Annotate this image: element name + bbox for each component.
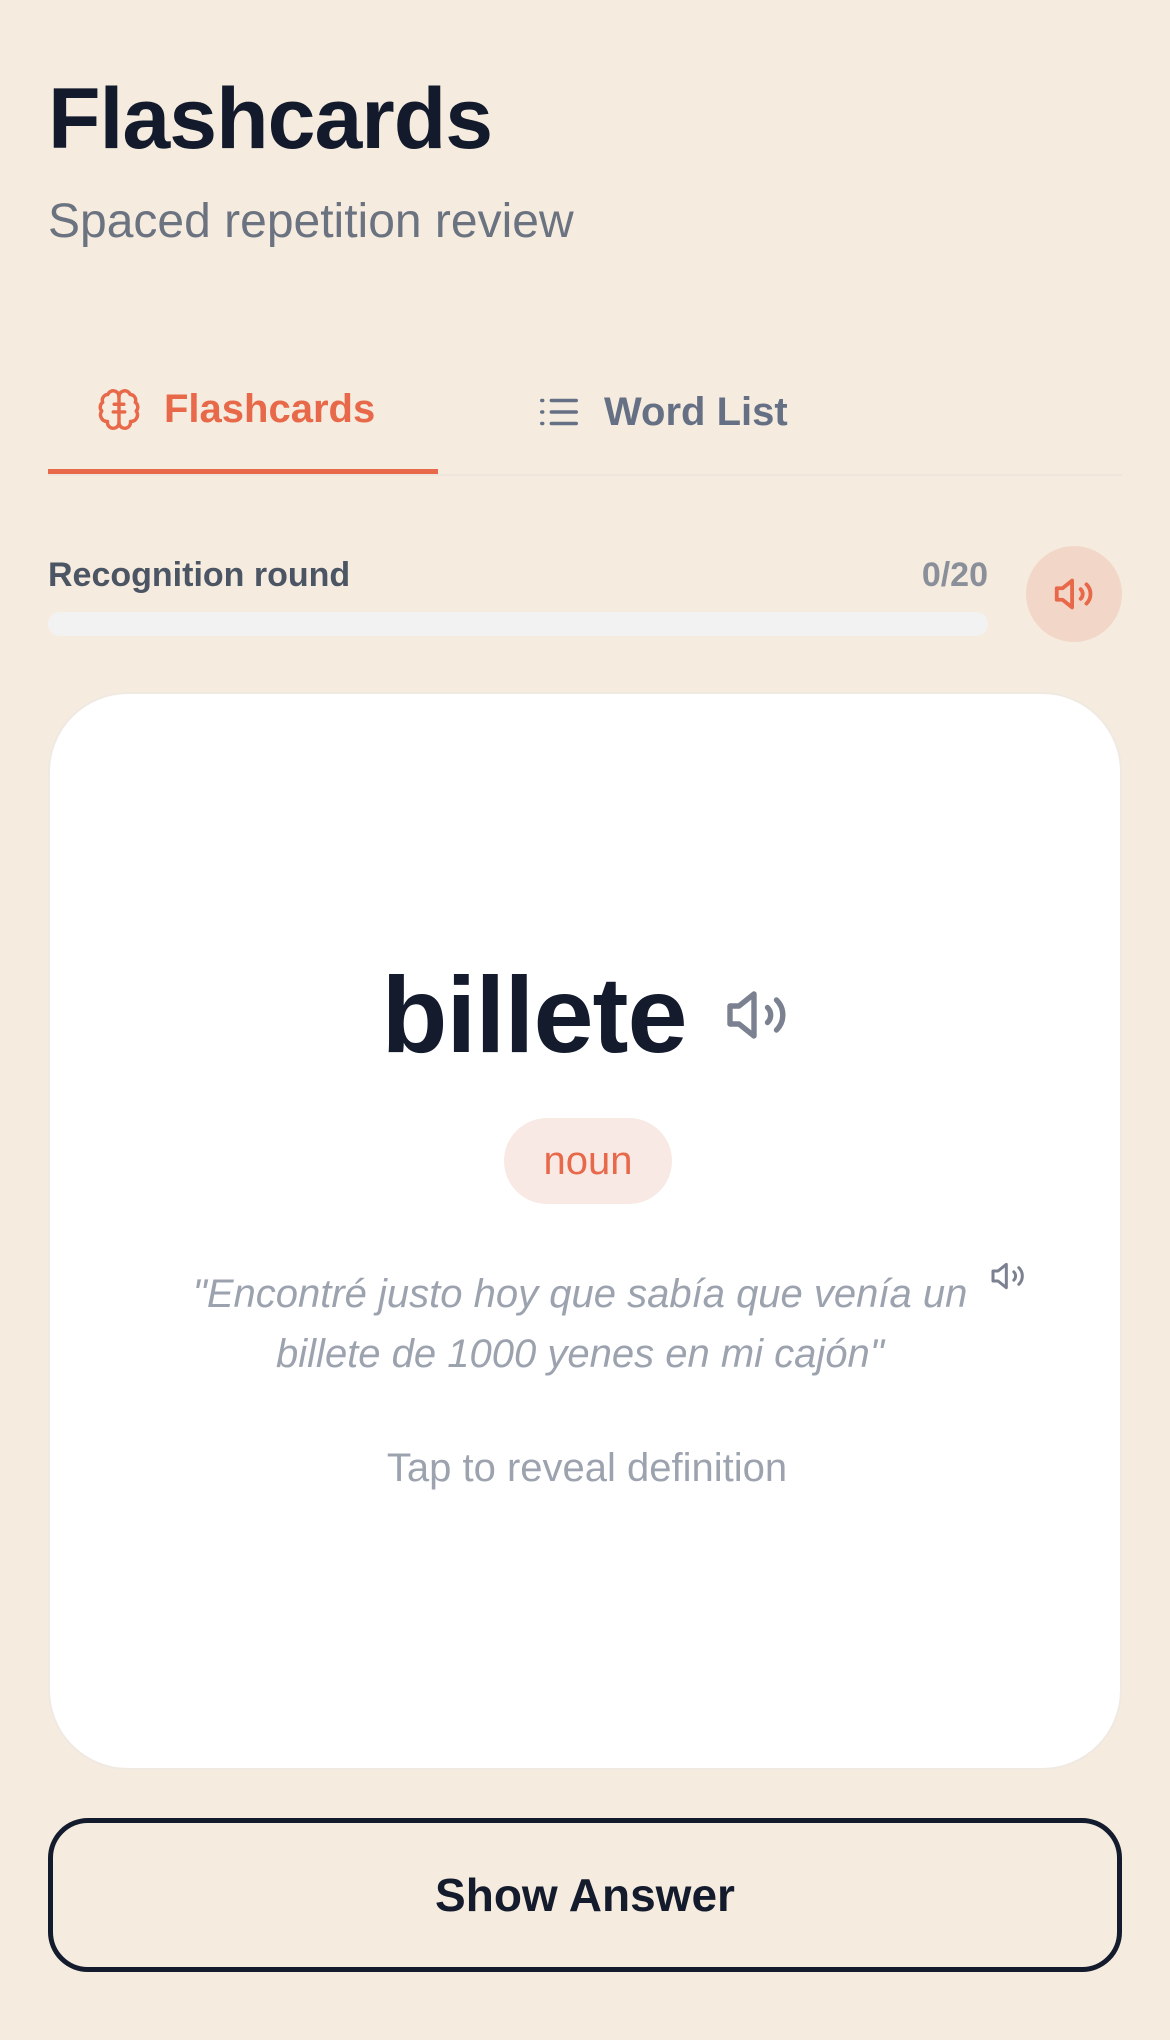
flashcard[interactable]: billete noun "Encontré justo hoy que sab… — [48, 692, 1122, 1770]
brain-icon — [96, 387, 142, 433]
page-title: Flashcards — [48, 71, 493, 167]
tab-flashcards-label: Flashcards — [164, 387, 376, 431]
tab-flashcards[interactable]: Flashcards — [48, 350, 438, 474]
part-of-speech-badge: noun — [504, 1118, 672, 1204]
list-icon — [536, 389, 582, 435]
reveal-hint: Tap to reveal definition — [386, 1446, 788, 1490]
audio-toggle-button[interactable] — [1026, 546, 1122, 642]
speaker-icon[interactable] — [721, 979, 793, 1051]
tab-word-list[interactable]: Word List — [488, 350, 788, 474]
tab-bar: Flashcards Word List — [48, 350, 1122, 476]
round-progress-bar — [48, 612, 988, 636]
example-sentence: "Encontré justo hoy que sabía que venía … — [192, 1272, 968, 1376]
flashcard-word: billete — [381, 954, 687, 1075]
speaker-icon[interactable] — [988, 1256, 1028, 1296]
word-row: billete — [50, 954, 1124, 1075]
show-answer-button[interactable]: Show Answer — [48, 1818, 1122, 1972]
round-count: 0/20 — [921, 556, 988, 594]
round-label: Recognition round — [48, 556, 351, 594]
tab-word-list-label: Word List — [604, 389, 788, 434]
page-subtitle: Spaced repetition review — [48, 195, 574, 248]
speaker-icon — [1051, 571, 1097, 617]
